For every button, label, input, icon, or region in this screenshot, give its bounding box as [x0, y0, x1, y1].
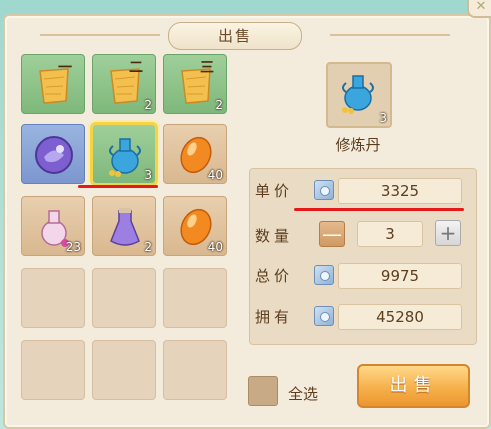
owned-label: 拥有 — [255, 308, 294, 326]
currency-icon — [314, 306, 334, 326]
empty-slot[interactable] — [21, 340, 85, 400]
inventory-slot[interactable]: 23 — [21, 196, 85, 256]
empty-slot[interactable] — [21, 268, 85, 328]
item-count: 40 — [207, 240, 223, 254]
inventory-slot-selected[interactable]: 3 — [92, 124, 156, 184]
item-count: 3 — [144, 168, 152, 182]
inventory-slot[interactable]: 三 2 — [163, 54, 227, 114]
unit-price-value: 3325 — [338, 178, 462, 204]
panel-title: 出售 — [168, 22, 302, 50]
quantity-minus-button[interactable]: — — [319, 221, 345, 247]
currency-icon — [314, 180, 334, 200]
item-count: 40 — [207, 168, 223, 182]
unit-price-label: 单价 — [255, 182, 294, 200]
quantity-label: 数量 — [255, 227, 294, 245]
empty-slot[interactable] — [92, 340, 156, 400]
title-decoration-right — [330, 34, 450, 36]
item-count: 2 — [215, 98, 223, 112]
purple-potion-icon — [110, 208, 140, 246]
total-price-value: 9975 — [338, 263, 462, 289]
currency-icon — [314, 265, 334, 285]
scroll-badge: 一 — [58, 60, 72, 76]
owned-value: 45280 — [338, 304, 462, 330]
annotation-underline-price — [294, 208, 464, 211]
selected-item-count: 3 — [379, 111, 387, 125]
quantity-value[interactable]: 3 — [357, 221, 423, 247]
purple-orb-icon — [35, 136, 73, 174]
inventory-slot[interactable] — [21, 124, 85, 184]
empty-slot[interactable] — [163, 268, 227, 328]
item-count: 23 — [65, 240, 81, 254]
empty-slot[interactable] — [92, 268, 156, 328]
select-all-checkbox[interactable] — [248, 376, 278, 406]
blue-vase-icon — [342, 75, 374, 114]
sell-button[interactable]: 出售 — [357, 364, 470, 408]
close-button[interactable]: ✕ — [467, 0, 491, 18]
inventory-slot[interactable]: 40 — [163, 196, 227, 256]
total-price-label: 总价 — [255, 267, 294, 285]
inventory-slot[interactable]: 二 2 — [92, 54, 156, 114]
scroll-badge: 三 — [200, 60, 214, 76]
select-all-label: 全选 — [288, 385, 319, 403]
annotation-underline-slot — [78, 185, 158, 188]
blue-vase-icon — [109, 138, 141, 177]
item-count: 2 — [144, 240, 152, 254]
selected-item-preview: 3 — [326, 62, 392, 128]
title-decoration-left — [40, 34, 160, 36]
scroll-badge: 二 — [129, 60, 143, 76]
inventory-slot[interactable]: 40 — [163, 124, 227, 184]
item-count: 2 — [144, 98, 152, 112]
selected-item-name: 修炼丹 — [335, 136, 381, 154]
quantity-plus-button[interactable]: + — [435, 220, 461, 246]
inventory-slot[interactable]: 2 — [92, 196, 156, 256]
inventory-slot[interactable]: 一 — [21, 54, 85, 114]
empty-slot[interactable] — [163, 340, 227, 400]
